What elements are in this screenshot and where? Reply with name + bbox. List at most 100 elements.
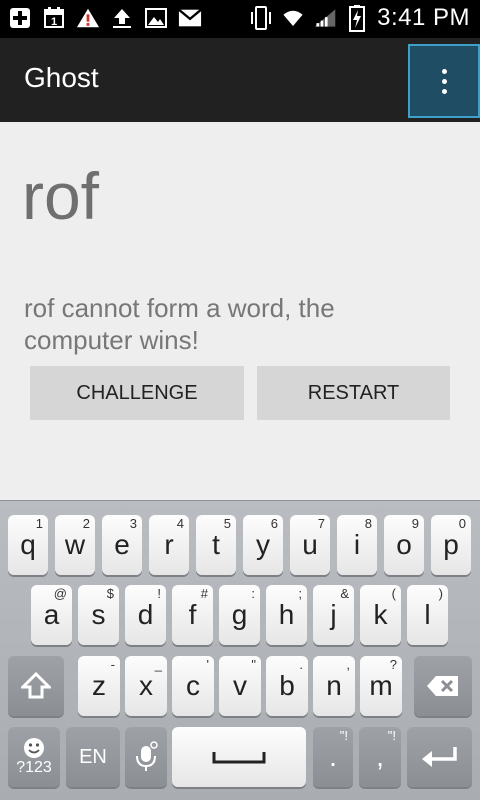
key-hint: 0 <box>458 516 466 531</box>
language-label: EN <box>79 745 107 768</box>
comma-key[interactable]: "! , <box>359 727 401 787</box>
restart-button[interactable]: RESTART <box>257 366 450 420</box>
comma-hint: "! <box>387 728 396 743</box>
key-e[interactable]: 3e <box>102 515 142 575</box>
key-label: e <box>114 529 130 560</box>
key-k[interactable]: (k <box>360 585 401 645</box>
key-r[interactable]: 4r <box>149 515 189 575</box>
key-hint: ) <box>438 586 443 601</box>
key-t[interactable]: 5t <box>196 515 236 575</box>
key-label: l <box>424 599 431 630</box>
period-hint: "! <box>339 728 348 743</box>
notification-icons: 1 <box>8 6 202 30</box>
key-s[interactable]: $ s <box>78 585 119 645</box>
action-bar: Ghost <box>0 38 480 122</box>
upload-icon <box>110 6 134 30</box>
period-label: . <box>329 741 337 772</box>
soft-keyboard: 1q2w3e4r5t6y7u8i9o0p @ a $ s! d # f: g; h & j(k) l … <box>0 500 480 800</box>
key-i[interactable]: 8i <box>337 515 377 575</box>
key-m[interactable]: ? m <box>360 656 402 716</box>
key-label: y <box>256 529 270 560</box>
key-label: k <box>373 599 388 630</box>
backspace-key[interactable] <box>414 656 472 716</box>
key-hint: 1 <box>35 516 43 531</box>
key-label: q <box>20 529 36 560</box>
key-hint: , <box>346 657 350 672</box>
shift-key[interactable] <box>8 656 64 716</box>
key-y[interactable]: 6y <box>243 515 283 575</box>
space-key[interactable] <box>172 727 306 787</box>
key-a[interactable]: @ a <box>31 585 72 645</box>
key-hint: ! <box>157 586 161 601</box>
more-vert-icon <box>441 68 447 94</box>
shift-icon <box>21 671 51 699</box>
key-label: m <box>369 670 393 701</box>
key-b[interactable]: .b <box>266 656 308 716</box>
key-label: n <box>326 670 342 701</box>
key-j[interactable]: & j <box>313 585 354 645</box>
key-label: u <box>302 529 318 560</box>
key-q[interactable]: 1q <box>8 515 48 575</box>
app-title: Ghost <box>24 62 99 93</box>
key-hint: # <box>200 586 208 601</box>
backspace-icon <box>427 676 458 696</box>
key-hint: 3 <box>129 516 137 531</box>
key-hint: $ <box>106 586 114 601</box>
challenge-button[interactable]: CHALLENGE <box>30 366 244 420</box>
key-hint: 2 <box>82 516 90 531</box>
wifi-icon <box>281 6 305 30</box>
key-hint: _ <box>154 657 162 672</box>
key-g[interactable]: :g <box>219 585 260 645</box>
key-n[interactable]: ,n <box>313 656 355 716</box>
comma-label: , <box>376 741 384 772</box>
key-u[interactable]: 7u <box>290 515 330 575</box>
game-status: rof cannot form a word, the computer win… <box>24 293 335 355</box>
key-c[interactable]: ' c <box>172 656 214 716</box>
period-key[interactable]: "! . <box>313 727 353 787</box>
key-l[interactable]: ) l <box>407 585 448 645</box>
key-label: d <box>137 599 154 630</box>
gmail-icon <box>178 6 202 30</box>
key-hint: . <box>299 657 303 672</box>
key-p[interactable]: 0p <box>431 515 471 575</box>
key-label: h <box>278 599 295 630</box>
key-o[interactable]: 9o <box>384 515 424 575</box>
overflow-menu-button[interactable] <box>408 44 480 118</box>
key-hint: @ <box>53 586 67 601</box>
key-d[interactable]: ! d <box>125 585 166 645</box>
key-label: a <box>43 599 60 630</box>
key-hint: - <box>110 657 115 672</box>
key-hint: " <box>251 657 256 672</box>
key-label: t <box>212 529 220 560</box>
key-label: j <box>330 599 337 630</box>
key-label: r <box>164 529 174 560</box>
key-hint: 9 <box>411 516 419 531</box>
key-hint: 5 <box>223 516 231 531</box>
key-hint: ( <box>391 586 396 601</box>
key-label: f <box>188 599 197 630</box>
key-v[interactable]: " v <box>219 656 261 716</box>
key-f[interactable]: # f <box>172 585 213 645</box>
svg-text:1: 1 <box>51 16 57 28</box>
symbols-key[interactable]: ?123 <box>8 727 60 787</box>
warning-icon <box>76 6 100 30</box>
key-label: x <box>139 670 153 701</box>
key-label: z <box>92 670 106 701</box>
enter-key[interactable] <box>407 727 472 787</box>
key-label: c <box>186 670 200 701</box>
key-w[interactable]: 2w <box>55 515 95 575</box>
key-hint: 4 <box>176 516 184 531</box>
key-hint: ; <box>298 586 302 601</box>
image-icon <box>144 6 168 30</box>
clock: 3:41 PM <box>377 4 470 31</box>
vibrate-icon <box>249 6 273 30</box>
microphone-icon <box>136 741 158 771</box>
signal-icon <box>313 6 337 30</box>
language-key[interactable]: EN <box>66 727 120 787</box>
voice-input-key[interactable] <box>125 727 167 787</box>
key-z[interactable]: -z <box>78 656 120 716</box>
status-bar: 1 3:41 PM <box>0 0 480 38</box>
key-x[interactable]: _ x <box>125 656 167 716</box>
key-label: v <box>233 670 247 701</box>
key-h[interactable]: ; h <box>266 585 307 645</box>
